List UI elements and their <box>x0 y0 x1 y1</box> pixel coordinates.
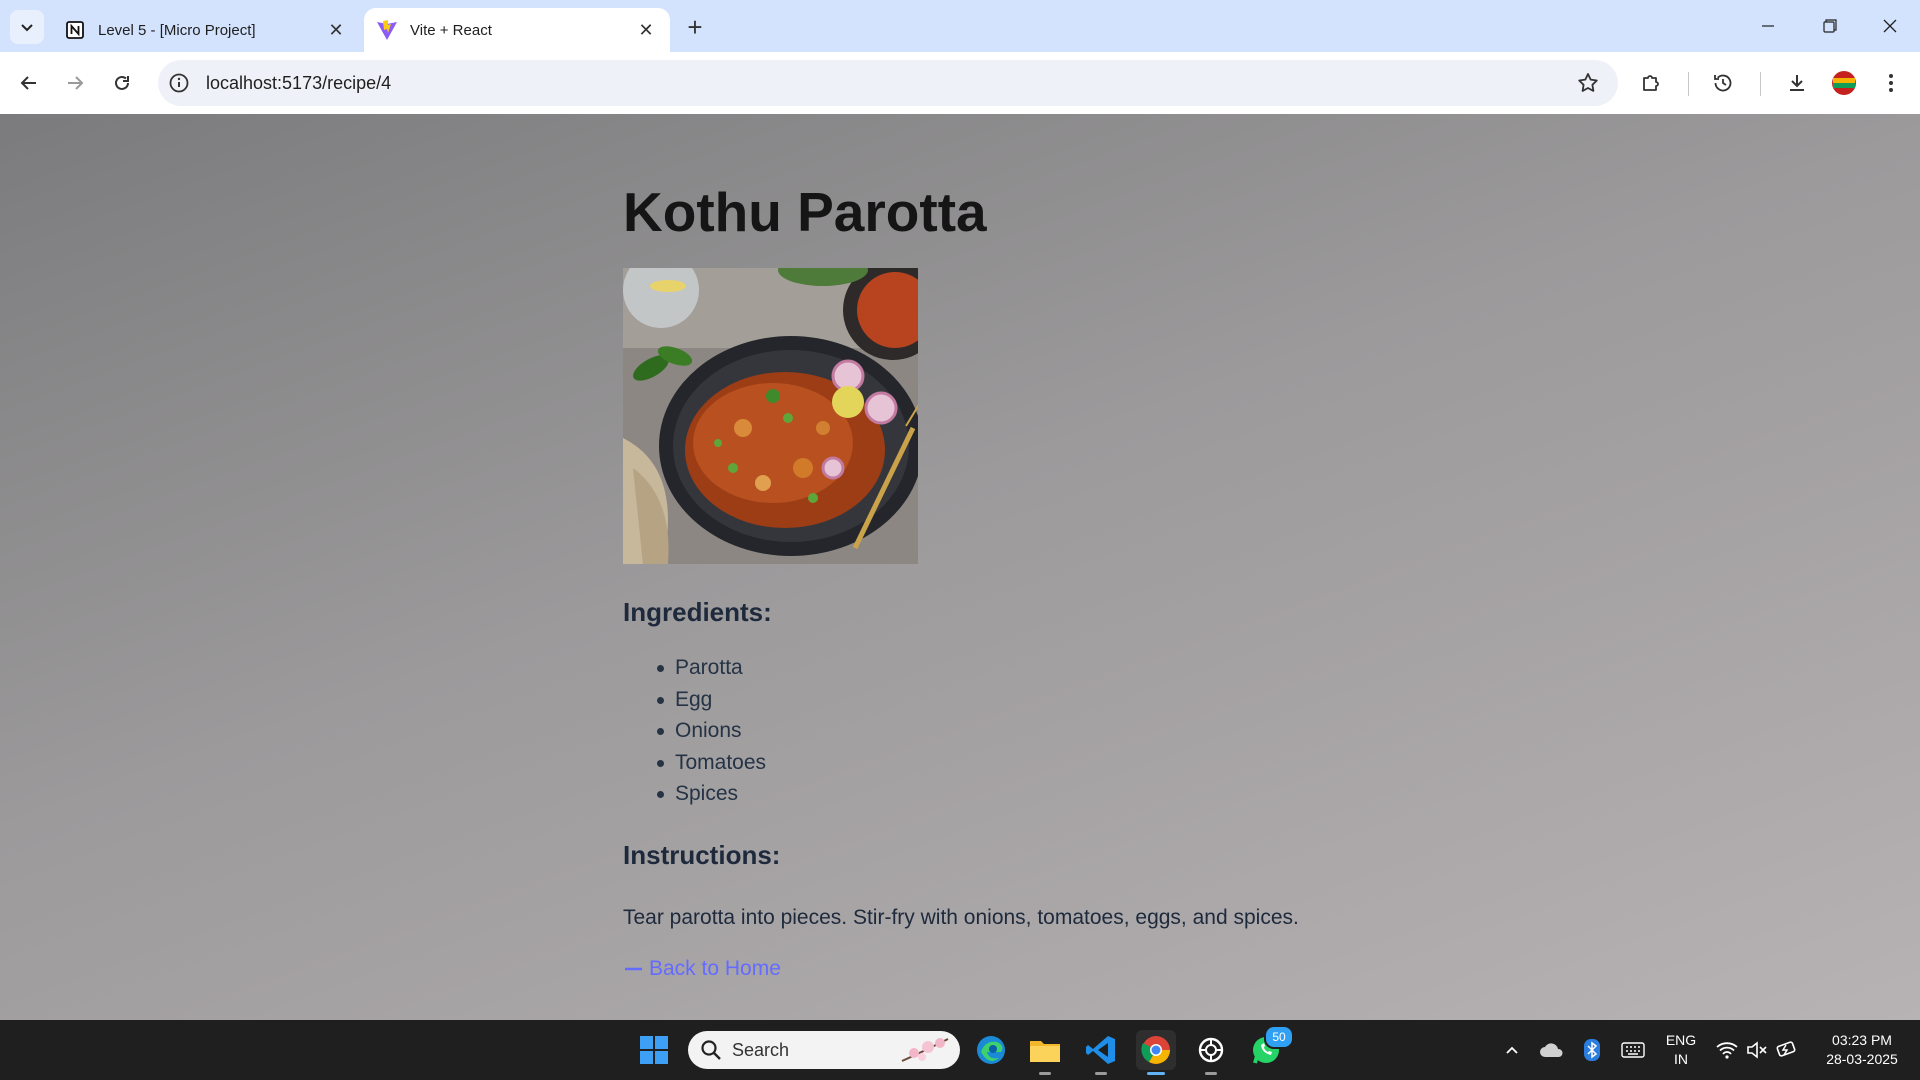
edge-icon <box>977 1036 1005 1064</box>
download-icon <box>1790 75 1804 91</box>
close-icon <box>1883 19 1897 33</box>
folder-icon <box>1030 1041 1060 1062</box>
start-button[interactable] <box>634 1030 674 1070</box>
ingredients-heading: Ingredients: <box>623 597 772 627</box>
volume-tray[interactable] <box>1744 1038 1770 1062</box>
active-indicator <box>1147 1072 1165 1075</box>
running-indicator <box>1095 1072 1107 1075</box>
list-item: Tomatoes <box>656 751 766 783</box>
arrow-right-icon <box>68 76 84 90</box>
minimize-icon <box>1762 25 1774 27</box>
windows-logo-icon <box>640 1036 668 1064</box>
battery-tray[interactable] <box>1774 1038 1800 1062</box>
restore-icon <box>1823 19 1837 33</box>
bluetooth-tray[interactable] <box>1580 1038 1604 1062</box>
running-indicator <box>1205 1072 1217 1075</box>
cherry-blossom-icon <box>901 1038 949 1062</box>
browser-menu-button[interactable] <box>1874 66 1908 100</box>
close-window-button[interactable] <box>1866 8 1914 44</box>
tab-title: Level 5 - [Micro Project] <box>98 21 256 39</box>
clock-date: 28-03-2025 <box>1826 1051 1898 1067</box>
bluetooth-icon <box>1584 1039 1600 1061</box>
taskbar-search[interactable]: Search <box>688 1031 960 1069</box>
close-tab-icon[interactable]: ✕ <box>632 16 660 44</box>
network-tray[interactable] <box>1714 1038 1740 1062</box>
history-button[interactable] <box>1706 66 1740 100</box>
restore-button[interactable] <box>1806 8 1854 44</box>
list-item: Parotta <box>656 656 766 688</box>
list-item: Onions <box>656 719 766 751</box>
toolbar-divider <box>1760 72 1761 96</box>
instructions-heading: Instructions: <box>623 840 781 870</box>
reload-icon <box>115 75 129 90</box>
profile-avatar-icon <box>1832 71 1856 95</box>
browser-tab-strip: Level 5 - [Micro Project] ✕ Vite + React… <box>0 0 1920 52</box>
forward-button[interactable] <box>58 66 92 100</box>
chrome-icon <box>1141 1036 1170 1064</box>
search-placeholder: Search <box>732 1040 790 1060</box>
volume-muted-icon <box>1747 1041 1767 1059</box>
minimize-button[interactable] <box>1744 8 1792 44</box>
reload-button[interactable] <box>105 66 139 100</box>
tab-title: Vite + React <box>410 21 492 39</box>
onedrive-tray[interactable] <box>1538 1038 1566 1062</box>
vscode-app[interactable] <box>1081 1030 1121 1070</box>
extensions-button[interactable] <box>1634 66 1668 100</box>
cloud-icon <box>1540 1043 1563 1057</box>
chrome-app[interactable] <box>1136 1030 1176 1070</box>
list-item: Egg <box>656 688 766 720</box>
language-code: ENG <box>1665 1032 1697 1048</box>
chevron-up-icon <box>1506 1046 1518 1054</box>
back-to-home-link[interactable]: Back to Home <box>623 957 781 981</box>
history-icon <box>1714 74 1732 92</box>
back-link-label[interactable]: Back to Home <box>649 957 781 981</box>
keyboard-icon <box>1621 1042 1645 1058</box>
windows-taskbar: Search 50 ENG IN 03:23 PM 28-03-2025 <box>0 1020 1920 1080</box>
chatgpt-icon <box>1198 1037 1224 1063</box>
vite-icon <box>376 19 398 41</box>
chatgpt-app[interactable] <box>1191 1030 1231 1070</box>
keyboard-tray[interactable] <box>1620 1038 1646 1062</box>
toolbar-divider <box>1688 72 1689 96</box>
profile-avatar-button[interactable] <box>1827 66 1861 100</box>
show-hidden-icons-button[interactable] <box>1500 1038 1524 1062</box>
wifi-icon <box>1716 1042 1738 1059</box>
more-vertical-icon <box>1889 74 1893 92</box>
region-code: IN <box>1674 1051 1688 1067</box>
list-item: Spices <box>656 782 766 814</box>
instructions-text: Tear parotta into pieces. Stir-fry with … <box>623 906 1299 929</box>
page-viewport: Kothu Parotta Ingredients: Parotta Egg O… <box>0 114 1920 1020</box>
notification-badge: 50 <box>1264 1025 1294 1049</box>
address-bar[interactable]: localhost:5173/recipe/4 <box>158 60 1618 106</box>
recipe-image <box>623 268 918 564</box>
chevron-down-icon <box>21 24 33 32</box>
site-info-icon[interactable] <box>168 72 190 94</box>
search-icon <box>701 1040 721 1060</box>
arrow-left-icon <box>624 964 642 974</box>
vscode-icon <box>1086 1036 1115 1064</box>
file-explorer-app[interactable] <box>1025 1030 1065 1070</box>
downloads-button[interactable] <box>1780 66 1814 100</box>
tab-level5[interactable]: Level 5 - [Micro Project] ✕ <box>52 8 360 52</box>
running-indicator <box>1039 1072 1051 1075</box>
notion-icon <box>64 19 86 41</box>
tab-search-button[interactable] <box>10 10 44 44</box>
close-tab-icon[interactable]: ✕ <box>322 16 350 44</box>
tab-vite-react[interactable]: Vite + React ✕ <box>364 8 670 52</box>
clock-time: 03:23 PM <box>1832 1032 1892 1048</box>
recipe-title: Kothu Parotta <box>623 181 987 243</box>
browser-toolbar: localhost:5173/recipe/4 <box>0 52 1920 115</box>
clock[interactable]: 03:23 PM 28-03-2025 <box>1814 1031 1910 1069</box>
new-tab-button[interactable]: + <box>680 12 710 42</box>
arrow-left-icon <box>20 76 36 90</box>
back-button[interactable] <box>12 66 46 100</box>
bookmark-star-icon[interactable] <box>1576 71 1600 95</box>
input-language[interactable]: ENG IN <box>1658 1031 1704 1069</box>
ingredients-list: Parotta Egg Onions Tomatoes Spices <box>656 656 766 814</box>
url-text[interactable]: localhost:5173/recipe/4 <box>206 73 391 94</box>
puzzle-icon <box>1643 75 1659 91</box>
battery-charging-icon <box>1776 1041 1796 1057</box>
edge-app[interactable] <box>971 1030 1011 1070</box>
